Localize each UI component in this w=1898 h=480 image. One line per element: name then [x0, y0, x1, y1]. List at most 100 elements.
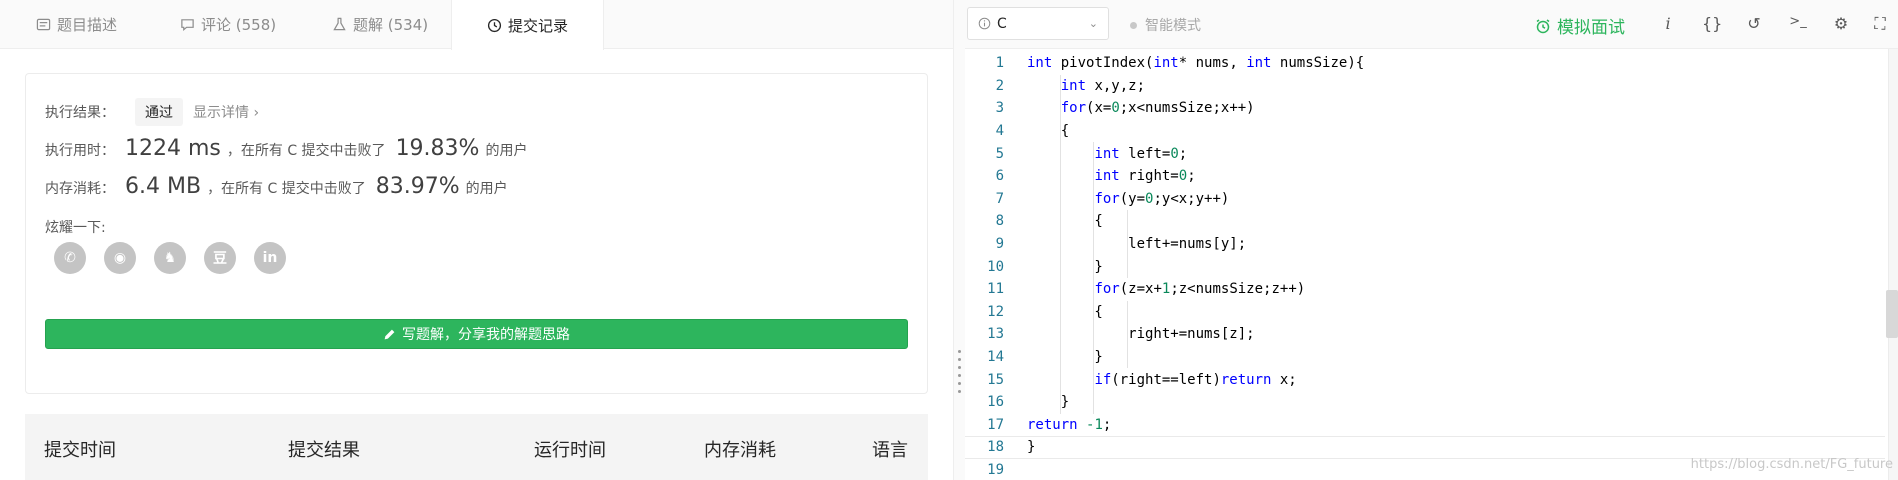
code-line[interactable]: 5 int left=0; [965, 142, 1885, 165]
write-solution-button[interactable]: 写题解，分享我的解题思路 [45, 319, 908, 349]
code-line[interactable]: 15 if(right==left)return x; [965, 368, 1885, 391]
code-text: int pivotIndex(int* nums, int numsSize){ [1027, 55, 1365, 72]
watermark: https://blog.csdn.net/FG_future [1690, 457, 1893, 472]
terminal-icon[interactable]: >_ [1788, 14, 1808, 29]
code-line[interactable]: 13 right+=nums[z]; [965, 323, 1885, 346]
memory-percentile: 83.97% [375, 174, 460, 199]
code-line[interactable]: 10 } [965, 255, 1885, 278]
wechat-icon[interactable]: ✆ [54, 242, 86, 274]
alarm-clock-icon [1536, 18, 1550, 33]
col-submit-time[interactable]: 提交时间 [44, 436, 116, 462]
submissions-table-header: 提交时间 提交结果 运行时间 内存消耗 语言 [25, 414, 928, 480]
code-line[interactable]: 7 for(y=0;y<x;y++) [965, 188, 1885, 211]
pane-resize-handle[interactable] [953, 0, 965, 480]
chevron-down-icon: ⌄ [1088, 17, 1098, 30]
editor-pane: C ⌄ 智能模式 模拟面试 i {} ↺ >_ ⚙ ⛶ 1 int pivotIn… [965, 0, 1898, 480]
tab-solutions[interactable]: 题解 (534) [332, 0, 428, 49]
code-text: return -1; [1027, 416, 1112, 433]
code-text: int left=0; [1094, 145, 1188, 162]
code-line[interactable]: 2 int x,y,z; [965, 75, 1885, 98]
tab-label: 题目描述 [57, 16, 118, 34]
editor-scrollbar-thumb[interactable] [1886, 290, 1898, 338]
col-submit-result[interactable]: 提交结果 [288, 436, 360, 462]
tab-comments[interactable]: 评论 (558) [180, 0, 276, 49]
drag-dots-icon [958, 350, 961, 393]
indent-guide [1059, 74, 1061, 414]
code-text: } [1027, 258, 1103, 275]
line-number: 7 [995, 190, 1004, 207]
line-number: 17 [987, 416, 1004, 433]
reset-icon[interactable]: ↺ [1744, 14, 1764, 33]
status-badge: 通过 [135, 98, 183, 126]
tab-bar: 题目描述 评论 (558) 题解 (534) 提交记录 [0, 0, 953, 50]
smart-mode-label: 智能模式 [1145, 18, 1201, 34]
code-text: if(right==left)return x; [1094, 371, 1297, 388]
code-line[interactable]: 3 for(x=0;x<numsSize;x++) [965, 97, 1885, 120]
editor-scrollbar[interactable] [1888, 49, 1898, 480]
code-line[interactable]: 4 { [965, 120, 1885, 143]
smart-mode-dot-icon [1130, 21, 1137, 29]
line-number: 15 [987, 371, 1004, 388]
line-number: 19 [987, 462, 1004, 479]
col-memory[interactable]: 内存消耗 [704, 436, 776, 462]
runtime-row: 执行用时： 1224 ms ，在所有 C 提交中击败了 19.83% 的用户 [45, 136, 527, 161]
line-number: 12 [987, 303, 1004, 320]
indent-guide [1127, 210, 1129, 278]
code-text: } [1027, 349, 1103, 366]
code-line[interactable]: 14 } [965, 346, 1885, 369]
code-text: int right=0; [1094, 168, 1196, 185]
line-number: 4 [995, 123, 1004, 140]
result-status-row: 执行结果： 通过 显示详情 › [45, 98, 259, 126]
memory-value: 6.4 MB [125, 174, 202, 199]
code-text: int x,y,z; [1060, 77, 1146, 94]
write-solution-label: 写题解，分享我的解题思路 [402, 327, 570, 343]
code-line[interactable]: 11 for(z=x+1;z<numsSize;z++) [965, 278, 1885, 301]
line-number: 1 [995, 55, 1004, 72]
code-line[interactable]: 18} [965, 436, 1885, 459]
tab-description[interactable]: 题目描述 [36, 0, 117, 49]
code-editor[interactable]: 1 int pivotIndex(int* nums, int numsSize)… [965, 49, 1898, 480]
comment-icon [181, 19, 194, 31]
memory-suffix: 的用户 [465, 181, 508, 197]
runtime-desc: ，在所有 C 提交中击败了 [226, 143, 386, 159]
description-icon [36, 18, 51, 31]
code-text: for(y=0;y<x;y++) [1094, 190, 1230, 207]
col-runtime[interactable]: 运行时间 [534, 436, 606, 462]
code-text: { [1027, 213, 1103, 230]
language-select[interactable]: C ⌄ [967, 7, 1109, 40]
code-line[interactable]: 8 { [965, 210, 1885, 233]
code-line[interactable]: 1 int pivotIndex(int* nums, int numsSize)… [965, 52, 1885, 75]
show-details-link[interactable]: 显示详情 › [193, 102, 259, 122]
line-number: 8 [995, 213, 1004, 230]
weibo-icon[interactable]: ◉ [104, 242, 136, 274]
douban-icon[interactable]: 豆 [204, 242, 236, 274]
code-line[interactable]: 6 int right=0; [965, 165, 1885, 188]
mock-interview-label: 模拟面试 [1557, 18, 1625, 38]
tab-submissions[interactable]: 提交记录 [451, 0, 605, 50]
memory-label: 内存消耗： [45, 181, 115, 197]
code-line[interactable]: 17 return -1; [965, 414, 1885, 437]
runtime-value: 1224 ms [125, 136, 221, 161]
braces-icon[interactable]: {} [1702, 14, 1722, 33]
editor-toolbar: C ⌄ 智能模式 模拟面试 i {} ↺ >_ ⚙ ⛶ [965, 0, 1898, 49]
settings-icon[interactable]: ⚙ [1831, 14, 1851, 33]
col-language[interactable]: 语言 [872, 436, 908, 462]
qq-icon[interactable]: ♞ [154, 242, 186, 274]
share-label-row: 炫耀一下: [45, 217, 106, 237]
info-icon[interactable]: i [1658, 14, 1678, 33]
linkedin-icon[interactable]: in [254, 242, 286, 274]
code-line[interactable]: 12 { [965, 301, 1885, 324]
code-text: for(z=x+1;z<numsSize;z++) [1094, 281, 1306, 298]
clock-icon [487, 18, 502, 32]
code-text: right+=nums[z]; [1027, 326, 1255, 343]
tab-label: 题解 (534) [353, 16, 429, 34]
line-number: 14 [987, 349, 1004, 366]
code-line[interactable]: 9 left+=nums[y]; [965, 233, 1885, 256]
mock-interview-button[interactable]: 模拟面试 [1535, 13, 1625, 38]
code-line[interactable]: 16 } [965, 391, 1885, 414]
result-card: 执行结果： 通过 显示详情 › 执行用时： 1224 ms ，在所有 C 提交中… [25, 73, 928, 394]
runtime-suffix: 的用户 [485, 143, 528, 159]
fullscreen-icon[interactable]: ⛶ [1870, 14, 1890, 34]
smart-mode-toggle[interactable]: 智能模式 [1130, 15, 1201, 35]
code-text: } [1027, 439, 1036, 456]
